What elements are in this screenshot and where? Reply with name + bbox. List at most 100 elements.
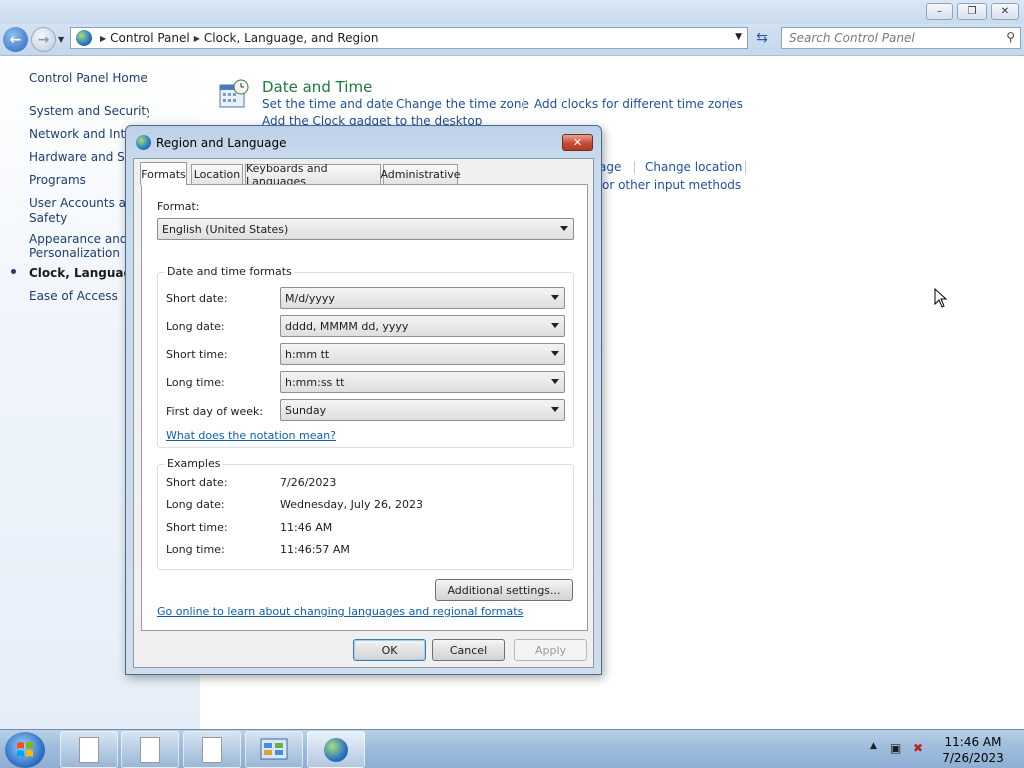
sidebar-item-home[interactable]: Control Panel Home bbox=[29, 71, 148, 86]
close-icon: ✕ bbox=[1000, 6, 1010, 17]
volume-muted-icon[interactable]: ✖ bbox=[913, 741, 923, 755]
link-separator bbox=[634, 161, 635, 174]
sidebar-item-hardware[interactable]: Hardware and Sound bbox=[29, 150, 126, 165]
chevron-right-icon[interactable]: ▶ bbox=[194, 34, 200, 43]
navigation-bar: ← → ▼ ▶ Control Panel ▶ Clock, Language,… bbox=[0, 24, 1024, 56]
first-day-label: First day of week: bbox=[166, 405, 264, 418]
link-set-time-date[interactable]: Set the time and date bbox=[262, 97, 393, 111]
close-window-button[interactable]: ✕ bbox=[991, 3, 1019, 20]
taskbar-app-2[interactable] bbox=[121, 731, 179, 768]
first-day-value: Sunday bbox=[285, 403, 327, 417]
long-time-value: h:mm:ss tt bbox=[285, 375, 345, 389]
short-time-value: h:mm tt bbox=[285, 347, 330, 361]
back-arrow-icon: ← bbox=[9, 31, 22, 48]
chevron-down-icon bbox=[551, 295, 559, 300]
taskbar-app-3[interactable] bbox=[183, 731, 241, 768]
mouse-cursor-icon bbox=[934, 288, 948, 308]
chevron-down-icon bbox=[551, 379, 559, 384]
start-button[interactable] bbox=[5, 732, 45, 768]
back-button[interactable]: ← bbox=[3, 27, 28, 52]
taskbar-app-1[interactable] bbox=[60, 731, 118, 768]
region-language-dialog: Region and Language ✕ Formats Location K… bbox=[125, 125, 602, 675]
breadcrumb-clock-language-region[interactable]: Clock, Language, and Region bbox=[204, 31, 379, 45]
sidebar-item-system-security[interactable]: System and Security bbox=[29, 104, 149, 119]
dialog-close-button[interactable]: ✕ bbox=[562, 134, 593, 151]
additional-settings-button[interactable]: Additional settings... bbox=[435, 579, 573, 601]
cancel-button[interactable]: Cancel bbox=[432, 639, 505, 661]
minimize-button[interactable]: – bbox=[926, 3, 953, 20]
search-box[interactable]: Search Control Panel ⚲ bbox=[781, 27, 1021, 49]
online-help-link[interactable]: Go online to learn about changing langua… bbox=[157, 605, 523, 618]
link-separator bbox=[745, 161, 746, 174]
tab-keyboards-languages[interactable]: Keyboards and Languages bbox=[245, 162, 381, 188]
sidebar-item-network[interactable]: Network and Internet bbox=[29, 127, 126, 142]
long-date-value: dddd, MMMM dd, yyyy bbox=[285, 319, 409, 333]
refresh-button[interactable]: ⇆ bbox=[750, 27, 774, 49]
window-titlebar: – ❐ ✕ bbox=[0, 0, 1024, 24]
taskbar-control-panel[interactable] bbox=[245, 731, 303, 768]
example-long-date-value: Wednesday, July 26, 2023 bbox=[280, 498, 423, 511]
clock-date: 7/26/2023 bbox=[942, 751, 1004, 765]
chevron-down-icon bbox=[560, 226, 568, 231]
link-region-partial[interactable]: age bbox=[599, 160, 621, 174]
forward-button[interactable]: → bbox=[31, 27, 56, 52]
format-select[interactable]: English (United States) bbox=[157, 218, 574, 240]
maximize-button[interactable]: ❐ bbox=[957, 3, 987, 20]
tab-formats[interactable]: Formats bbox=[140, 162, 187, 185]
example-long-time-value: 11:46:57 AM bbox=[280, 543, 350, 556]
network-icon[interactable]: ▣ bbox=[890, 741, 901, 755]
chevron-right-icon[interactable]: ▶ bbox=[100, 34, 106, 43]
link-change-location[interactable]: Change location bbox=[645, 160, 742, 174]
document-icon bbox=[202, 736, 222, 763]
notation-help-link[interactable]: What does the notation mean? bbox=[166, 429, 336, 442]
short-time-select[interactable]: h:mm tt bbox=[280, 343, 565, 365]
link-separator bbox=[728, 98, 729, 111]
sidebar-item-appearance-line2[interactable]: Personalization bbox=[29, 246, 120, 261]
sidebar-item-appearance[interactable]: Appearance and bbox=[29, 232, 127, 247]
control-panel-icon bbox=[76, 30, 92, 46]
long-time-select[interactable]: h:mm:ss tt bbox=[280, 371, 565, 393]
link-change-time-zone[interactable]: Change the time zone bbox=[396, 97, 529, 111]
search-placeholder: Search Control Panel bbox=[789, 31, 915, 45]
tab-administrative[interactable]: Administrative bbox=[380, 164, 461, 184]
document-icon bbox=[140, 736, 160, 763]
clock-time: 11:46 AM bbox=[944, 735, 1002, 749]
taskbar-clock[interactable]: 11:46 AM 7/26/2023 bbox=[940, 734, 1006, 766]
forward-arrow-icon: → bbox=[37, 31, 50, 48]
chevron-down-icon[interactable]: ▼ bbox=[735, 32, 742, 42]
link-separator bbox=[385, 98, 386, 111]
sidebar-item-ease-of-access[interactable]: Ease of Access bbox=[29, 289, 118, 304]
breadcrumb-control-panel[interactable]: Control Panel bbox=[110, 31, 190, 45]
active-bullet bbox=[11, 269, 16, 274]
dialog-body: Formats Location Keyboards and Languages… bbox=[133, 158, 594, 668]
first-day-select[interactable]: Sunday bbox=[280, 399, 565, 421]
taskbar-region-language[interactable] bbox=[307, 731, 365, 768]
control-panel-icon bbox=[260, 738, 288, 759]
link-add-clocks[interactable]: Add clocks for different time zones bbox=[534, 97, 743, 111]
search-icon[interactable]: ⚲ bbox=[1006, 30, 1015, 44]
group-title-examples: Examples bbox=[164, 457, 224, 470]
long-date-select[interactable]: dddd, MMMM dd, yyyy bbox=[280, 315, 565, 337]
address-bar[interactable]: ▶ Control Panel ▶ Clock, Language, and R… bbox=[70, 27, 748, 49]
windows-logo-icon bbox=[17, 742, 33, 757]
sidebar-item-user-accounts[interactable]: User Accounts and bbox=[29, 196, 126, 211]
link-input-methods[interactable]: or other input methods bbox=[602, 178, 741, 192]
tab-location[interactable]: Location bbox=[191, 164, 243, 184]
group-title-date-time-formats: Date and time formats bbox=[164, 265, 295, 278]
example-short-date-value: 7/26/2023 bbox=[280, 476, 337, 489]
show-hidden-icons-button[interactable]: ▲ bbox=[870, 741, 877, 751]
long-time-label: Long time: bbox=[166, 376, 225, 389]
short-time-label: Short time: bbox=[166, 348, 228, 361]
recent-pages-dropdown[interactable]: ▼ bbox=[58, 35, 64, 44]
example-short-time-value: 11:46 AM bbox=[280, 521, 333, 534]
apply-button[interactable]: Apply bbox=[514, 639, 587, 661]
chevron-down-icon bbox=[551, 407, 559, 412]
example-long-time-label: Long time: bbox=[166, 543, 225, 556]
category-title-date-time[interactable]: Date and Time bbox=[262, 78, 372, 96]
example-short-date-label: Short date: bbox=[166, 476, 228, 489]
ok-button[interactable]: OK bbox=[353, 639, 426, 661]
short-date-select[interactable]: M/d/yyyy bbox=[280, 287, 565, 309]
sidebar-item-programs[interactable]: Programs bbox=[29, 173, 86, 188]
sidebar-item-clock-language-region[interactable]: Clock, Language, and Region bbox=[29, 266, 126, 281]
sidebar-item-user-accounts-line2[interactable]: Safety bbox=[29, 211, 67, 226]
